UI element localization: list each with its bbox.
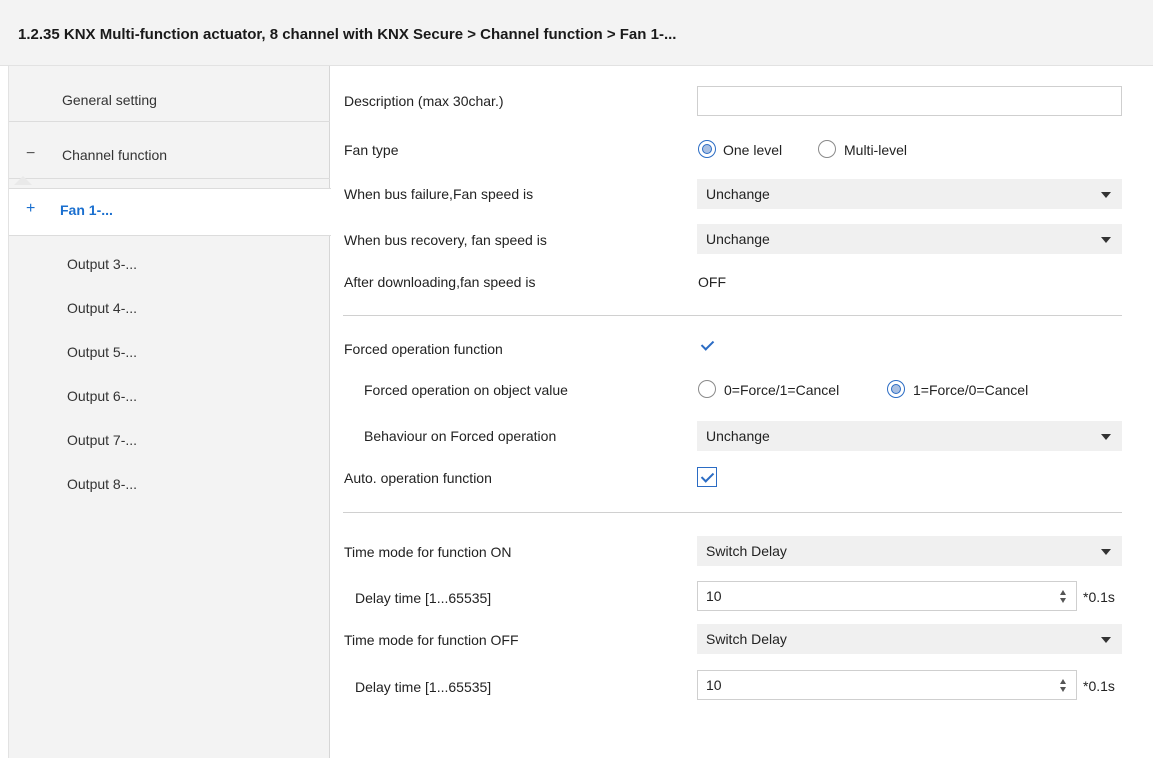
forced-value-option-1-label: 1=Force/0=Cancel xyxy=(913,382,1029,398)
fan-type-label: Fan type xyxy=(344,142,399,158)
chevron-down-icon xyxy=(1101,192,1111,198)
time-mode-off-label: Time mode for function OFF xyxy=(344,632,519,648)
sidebar-item-label: Output 6-... xyxy=(67,388,138,404)
auto-op-checkbox[interactable] xyxy=(697,467,717,487)
delay-off-label: Delay time [1...65535] xyxy=(355,679,492,695)
sidebar-item-label: Output 8-... xyxy=(67,476,138,492)
window-title: 1.2.35 KNX Multi-function actuator, 8 ch… xyxy=(18,26,677,43)
sidebar-item-output-7[interactable]: Output 7-... xyxy=(9,432,330,456)
sidebar-item-label: Output 5-... xyxy=(67,344,138,360)
chevron-down-icon xyxy=(1101,549,1111,555)
spin-down-icon[interactable] xyxy=(1060,687,1066,692)
spin-down-icon[interactable] xyxy=(1060,598,1066,603)
forced-op-label: Forced operation function xyxy=(344,341,503,357)
delay-on-stepper[interactable]: 10 xyxy=(697,581,1077,611)
section-divider xyxy=(343,512,1122,513)
time-mode-on-dropdown[interactable]: Switch Delay xyxy=(697,536,1122,566)
time-mode-off-dropdown[interactable]: Switch Delay xyxy=(697,624,1122,654)
sidebar-item-channel-function[interactable]: − Channel function xyxy=(9,123,330,179)
delay-on-label: Delay time [1...65535] xyxy=(355,590,492,606)
sidebar-item-label: Output 4-... xyxy=(67,300,138,316)
sidebar-item-label: Output 3-... xyxy=(67,256,138,272)
time-mode-on-label: Time mode for function ON xyxy=(344,544,512,560)
forced-value-option-1-radio[interactable] xyxy=(887,380,905,398)
delay-off-unit: *0.1s xyxy=(1083,678,1115,694)
chevron-down-icon xyxy=(1101,434,1111,440)
sidebar: General setting − Channel function + Fan… xyxy=(8,66,331,758)
chevron-down-icon xyxy=(1101,237,1111,243)
checkmark-icon xyxy=(700,469,715,483)
checkmark-icon xyxy=(700,337,715,351)
collapse-icon[interactable]: − xyxy=(26,145,35,163)
delay-on-unit: *0.1s xyxy=(1083,589,1115,605)
bus-recovery-dropdown[interactable]: Unchange xyxy=(697,224,1122,254)
sidebar-item-fan-1[interactable]: + Fan 1-... xyxy=(9,188,331,236)
auto-op-label: Auto. operation function xyxy=(344,470,492,486)
sidebar-item-output-5[interactable]: Output 5-... xyxy=(9,344,330,368)
sidebar-item-output-6[interactable]: Output 6-... xyxy=(9,388,330,412)
sidebar-item-label: General setting xyxy=(62,92,157,108)
bus-failure-dropdown[interactable]: Unchange xyxy=(697,179,1122,209)
description-input[interactable] xyxy=(697,86,1122,116)
forced-value-label: Forced operation on object value xyxy=(364,382,568,398)
sidebar-item-label: Fan 1-... xyxy=(60,202,113,218)
spin-up-icon[interactable] xyxy=(1060,590,1066,595)
bus-recovery-label: When bus recovery, fan speed is xyxy=(344,232,547,248)
tree-pointer-icon xyxy=(14,176,32,185)
fan-type-one-level-label: One level xyxy=(723,142,783,158)
after-download-value: OFF xyxy=(698,274,726,290)
forced-op-checkbox[interactable] xyxy=(698,337,718,357)
sidebar-item-output-4[interactable]: Output 4-... xyxy=(9,300,330,324)
spin-up-icon[interactable] xyxy=(1060,679,1066,684)
fan-type-one-level-radio[interactable] xyxy=(698,140,716,158)
sidebar-item-label: Output 7-... xyxy=(67,432,138,448)
delay-off-stepper[interactable]: 10 xyxy=(697,670,1077,700)
title-bar: 1.2.35 KNX Multi-function actuator, 8 ch… xyxy=(0,0,1153,66)
forced-behaviour-label: Behaviour on Forced operation xyxy=(364,428,557,444)
fan-type-multi-level-label: Multi-level xyxy=(844,142,908,158)
forced-value-option-0-radio[interactable] xyxy=(698,380,716,398)
sidebar-item-label: Channel function xyxy=(62,147,168,163)
chevron-down-icon xyxy=(1101,637,1111,643)
forced-value-option-0-label: 0=Force/1=Cancel xyxy=(724,382,840,398)
sidebar-item-general-setting[interactable]: General setting xyxy=(9,66,330,122)
after-download-label: After downloading,fan speed is xyxy=(344,274,536,290)
fan-type-multi-level-radio[interactable] xyxy=(818,140,836,158)
section-divider xyxy=(343,315,1122,316)
description-label: Description (max 30char.) xyxy=(344,93,504,109)
forced-behaviour-dropdown[interactable]: Unchange xyxy=(697,421,1122,451)
sidebar-item-output-3[interactable]: Output 3-... xyxy=(9,256,330,280)
sidebar-item-output-8[interactable]: Output 8-... xyxy=(9,476,330,500)
bus-failure-label: When bus failure,Fan speed is xyxy=(344,186,534,202)
expand-icon[interactable]: + xyxy=(26,200,35,218)
